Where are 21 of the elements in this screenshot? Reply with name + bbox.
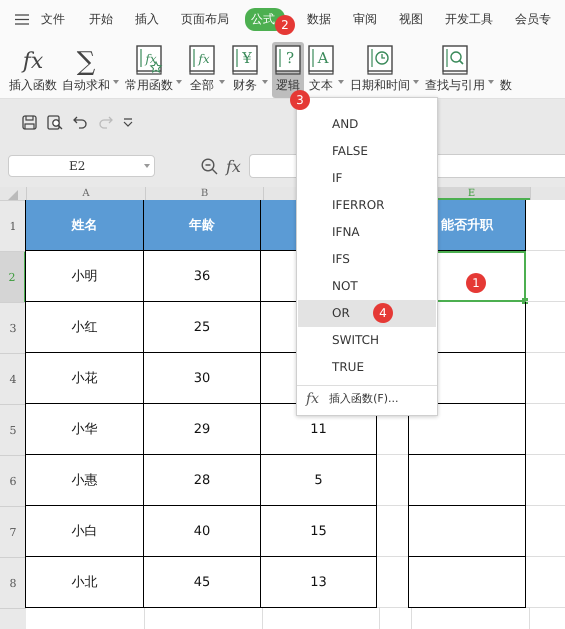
- table-cell: 小白: [25, 506, 144, 557]
- table-cell: 13: [260, 557, 377, 608]
- function-icon: ∑: [76, 47, 96, 77]
- table-cell: 15: [260, 506, 377, 557]
- book-icon: ¥: [231, 45, 259, 75]
- table-cell: 小明: [25, 251, 144, 302]
- table-cell: 小华: [25, 404, 144, 455]
- book-icon: ?: [274, 45, 302, 75]
- table-cell: 小北: [25, 557, 144, 608]
- header-cell: 年龄: [143, 200, 261, 251]
- book-icon: fx: [135, 45, 163, 75]
- function-icon: fx: [306, 390, 320, 406]
- function-icon: fx: [22, 47, 44, 77]
- table-cell: 小红: [25, 302, 144, 353]
- table-cell: 小惠: [25, 455, 144, 506]
- table-cell: 5: [260, 455, 377, 506]
- step-badge: 2: [275, 14, 295, 34]
- book-icon: A: [307, 45, 335, 75]
- header-cell: 姓名: [25, 200, 144, 251]
- book-icon: fx: [188, 45, 216, 75]
- table-cell: 小花: [25, 353, 144, 404]
